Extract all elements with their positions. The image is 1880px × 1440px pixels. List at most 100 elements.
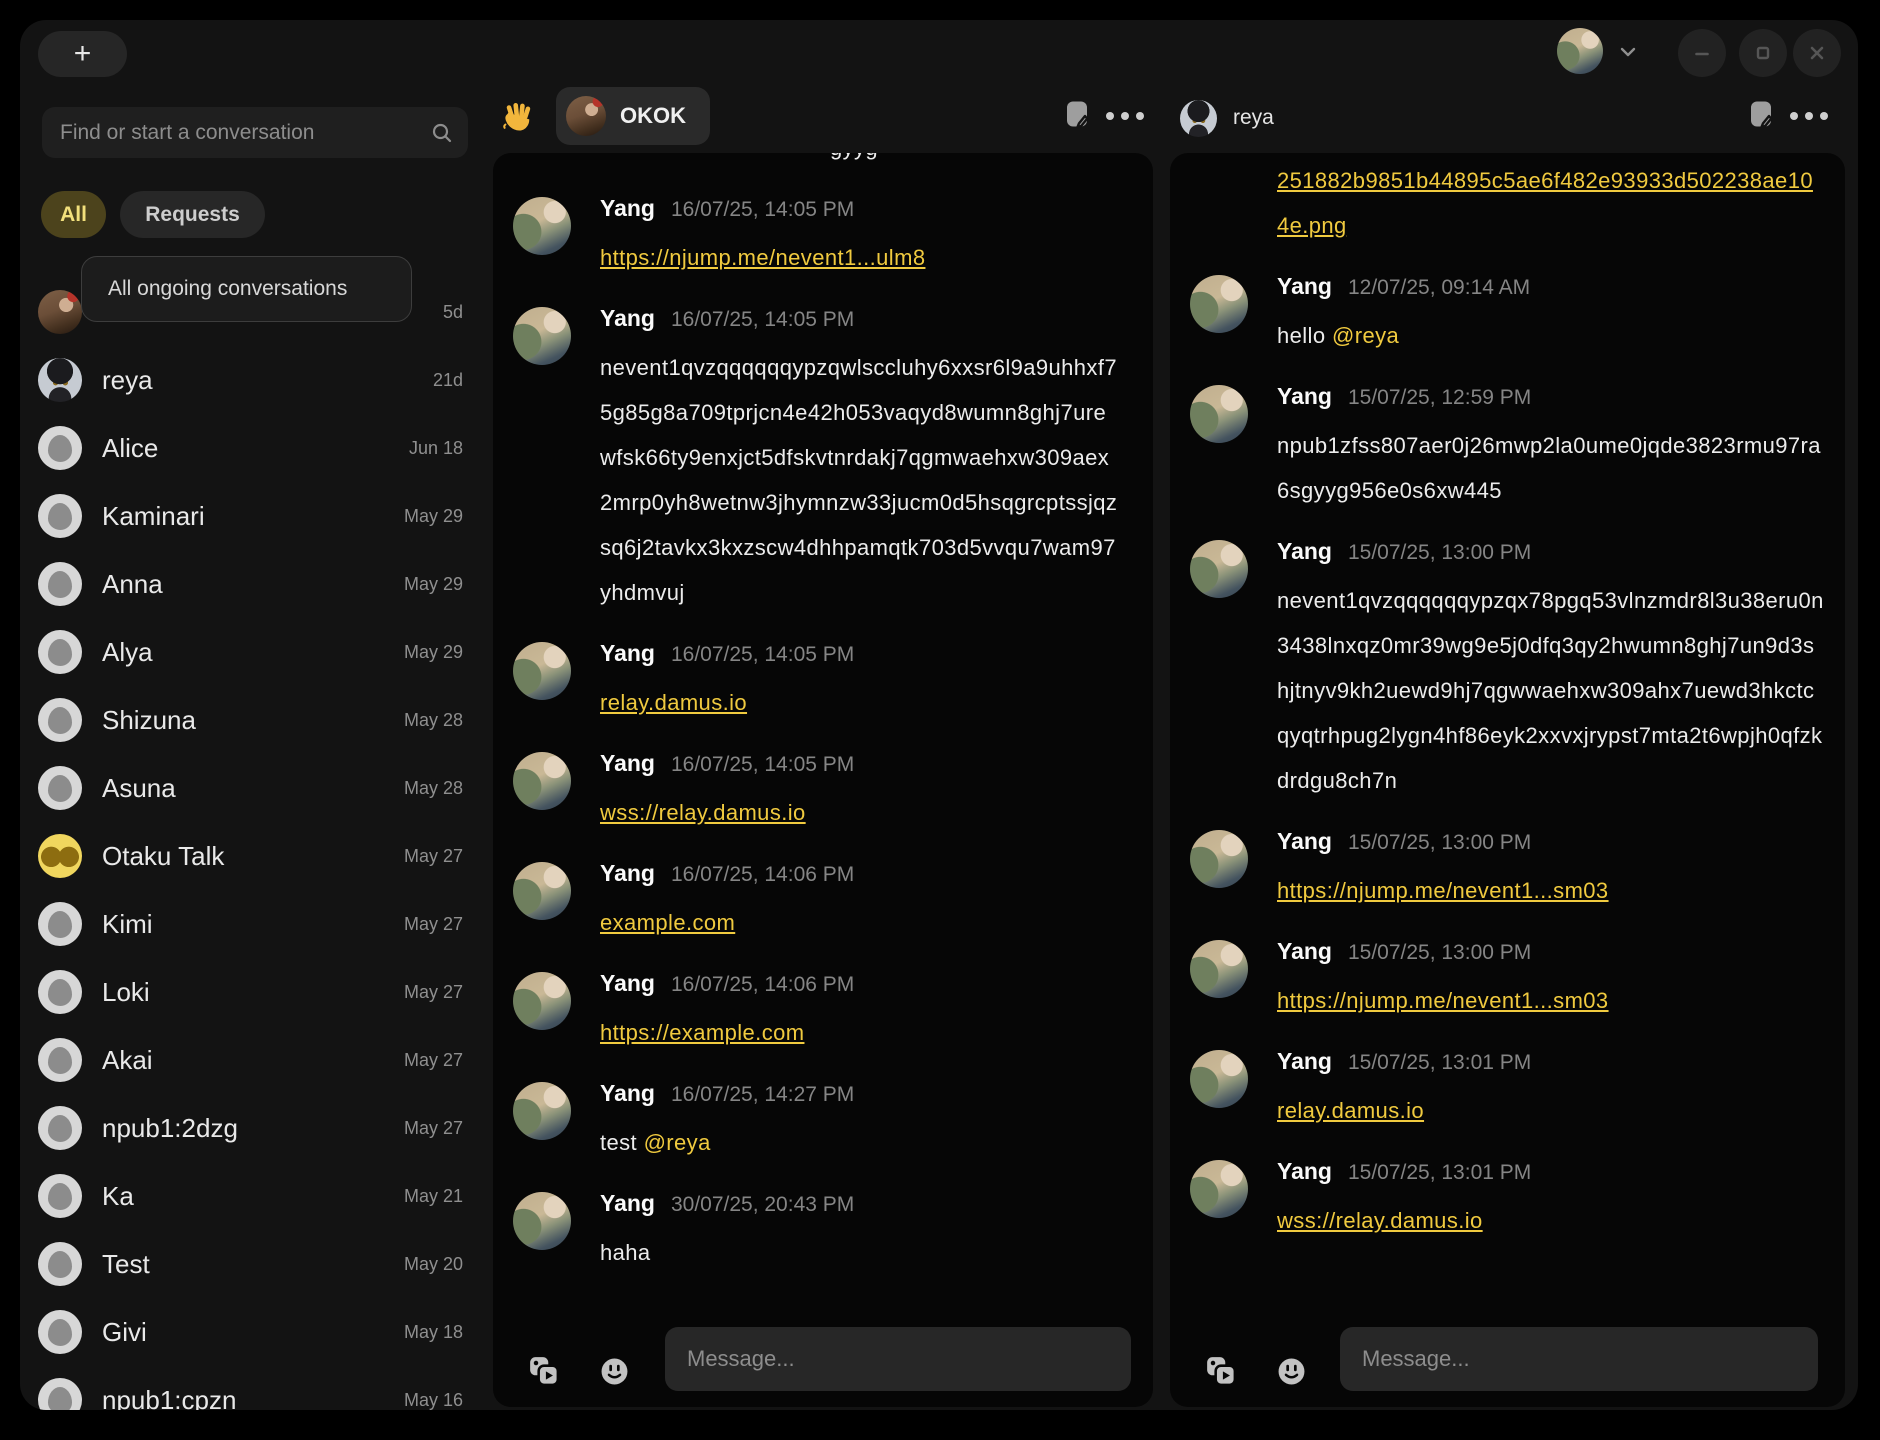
media-attach-icon[interactable]: [1205, 1355, 1237, 1387]
chat-title-reya[interactable]: reya: [1180, 99, 1274, 137]
avatar[interactable]: [1190, 940, 1248, 998]
message-text: hello: [1277, 323, 1332, 348]
app-window: + All Requests OKOK5dreya21dAliceJun 18K…: [20, 20, 1858, 1410]
conversation-item-loki[interactable]: LokiMay 27: [20, 958, 483, 1026]
message-text: gyyg: [830, 153, 878, 160]
avatar[interactable]: [513, 197, 571, 255]
message-header: Yang15/07/25, 13:00 PM: [1277, 828, 1825, 868]
message-body: Yang15/07/25, 13:01 PM wss://relay.damus.…: [1277, 1158, 1825, 1243]
avatar[interactable]: [513, 862, 571, 920]
conversation-item-test[interactable]: TestMay 20: [20, 1230, 483, 1298]
conversation-item-kimi[interactable]: KimiMay 27: [20, 890, 483, 958]
avatar[interactable]: [513, 972, 571, 1030]
message-link[interactable]: https://njump.me/nevent1...ulm8: [600, 245, 925, 270]
conversation-time: May 28: [404, 778, 463, 799]
message: Yang16/07/25, 14:06 PMhttps://example.co…: [513, 970, 1128, 1055]
avatar[interactable]: [1190, 830, 1248, 888]
avatar: [38, 766, 82, 810]
conversation-item-alya[interactable]: AlyaMay 29: [20, 618, 483, 686]
message-sender: Yang: [1277, 538, 1332, 565]
maximize-button[interactable]: [1739, 29, 1787, 77]
message-input[interactable]: [1340, 1327, 1818, 1391]
conversation-time: May 18: [404, 1322, 463, 1343]
message-body: Yang16/07/25, 14:05 PMrelay.damus.io: [600, 640, 1120, 725]
avatar[interactable]: [513, 1082, 571, 1140]
conversation-item-shizuna[interactable]: ShizunaMay 28: [20, 686, 483, 754]
conversation-item-anna[interactable]: AnnaMay 29: [20, 550, 483, 618]
avatar[interactable]: [1190, 385, 1248, 443]
mention-link[interactable]: @reya: [644, 1130, 711, 1155]
message-link[interactable]: wss://relay.damus.io: [1277, 1208, 1483, 1233]
conversation-item-npub1-cpzn[interactable]: npub1:cpznMay 16: [20, 1366, 483, 1410]
current-user-avatar[interactable]: [1557, 28, 1603, 74]
emoji-icon[interactable]: [1277, 1357, 1309, 1389]
message-list: f8dd769e762fe83393d6f13386/7e7119fc6b07e…: [1170, 153, 1845, 1307]
conversation-name: Loki: [102, 977, 404, 1008]
conversation-item-akai[interactable]: AkaiMay 27: [20, 1026, 483, 1094]
more-options-icon[interactable]: [1102, 108, 1148, 124]
conversation-item-npub1-2dzg[interactable]: npub1:2dzgMay 27: [20, 1094, 483, 1162]
message-link[interactable]: wss://relay.damus.io: [600, 800, 806, 825]
tab-requests-label: Requests: [145, 203, 240, 227]
mention-link[interactable]: @reya: [1332, 323, 1399, 348]
conversation-item-givi[interactable]: GiviMay 18: [20, 1298, 483, 1366]
avatar: [38, 630, 82, 674]
close-button[interactable]: [1793, 29, 1841, 77]
avatar[interactable]: [513, 307, 571, 365]
conversation-name: Kimi: [102, 909, 404, 940]
conversation-time: Jun 18: [409, 438, 463, 459]
conversation-time: May 27: [404, 1050, 463, 1071]
avatar[interactable]: [1190, 275, 1248, 333]
chat-avatar: [1180, 100, 1217, 137]
message-sender: Yang: [600, 860, 655, 887]
search-input[interactable]: [42, 107, 468, 158]
new-conversation-button[interactable]: +: [38, 31, 127, 77]
conversation-item-asuna[interactable]: AsunaMay 28: [20, 754, 483, 822]
message-timestamp: 15/07/25, 13:00 PM: [1348, 831, 1531, 855]
message-content: relay.damus.io: [1277, 1088, 1825, 1133]
chevron-down-icon[interactable]: [1616, 40, 1640, 64]
avatar[interactable]: [513, 642, 571, 700]
conversation-item-otaku-talk[interactable]: Otaku TalkMay 27: [20, 822, 483, 890]
conversation-item-reya[interactable]: reya21d: [20, 346, 483, 414]
avatar[interactable]: [513, 752, 571, 810]
note-edit-icon[interactable]: [1064, 100, 1090, 130]
message-list: gyyg Yang 16/07/25, 14:05 PM https://njump.…: [493, 153, 1153, 1307]
more-options-icon[interactable]: [1786, 108, 1832, 124]
message-header: Yang15/07/25, 13:01 PM: [1277, 1158, 1825, 1198]
avatar[interactable]: [513, 1192, 571, 1250]
message-link[interactable]: https://example.com: [600, 1020, 804, 1045]
emoji-icon[interactable]: [600, 1357, 632, 1389]
avatar[interactable]: [1190, 540, 1248, 598]
tab-all[interactable]: All: [41, 191, 106, 238]
message-timestamp: 16/07/25, 14:05 PM: [671, 308, 854, 332]
message-link[interactable]: https://njump.me/nevent1...sm03: [1277, 878, 1609, 903]
conversation-name: Akai: [102, 1045, 404, 1076]
message-link[interactable]: relay.damus.io: [600, 690, 747, 715]
conversation-time: 5d: [443, 302, 463, 323]
message-link[interactable]: relay.damus.io: [1277, 1098, 1424, 1123]
avatar[interactable]: [1190, 1050, 1248, 1108]
media-attach-icon[interactable]: [528, 1355, 560, 1387]
message-link[interactable]: f8dd769e762fe83393d6f13386/7e7119fc6b07e…: [1277, 153, 1824, 238]
note-edit-icon[interactable]: [1748, 100, 1774, 130]
tab-requests[interactable]: Requests: [120, 191, 265, 238]
message: Yang16/07/25, 14:05 PMrelay.damus.io: [513, 640, 1128, 725]
message: Yang16/07/25, 14:27 PMtest @reya: [513, 1080, 1128, 1165]
avatar: [38, 1242, 82, 1286]
conversation-item-kaminari[interactable]: KaminariMay 29: [20, 482, 483, 550]
conversation-item-ka[interactable]: KaMay 21: [20, 1162, 483, 1230]
clipped-message: gyyg: [830, 153, 1128, 170]
minimize-button[interactable]: [1678, 29, 1726, 77]
avatar[interactable]: [1190, 1160, 1248, 1218]
conversation-item-alice[interactable]: AliceJun 18: [20, 414, 483, 482]
message-input[interactable]: [665, 1327, 1131, 1391]
message-header: Yang15/07/25, 12:59 PM: [1277, 383, 1825, 423]
message-link[interactable]: example.com: [600, 910, 735, 935]
message-text: haha: [600, 1240, 651, 1265]
chat-title-chip-okok[interactable]: OKOK: [556, 87, 710, 145]
message-link[interactable]: https://njump.me/nevent1...sm03: [1277, 988, 1609, 1013]
message: Yang16/07/25, 14:06 PMexample.com: [513, 860, 1128, 945]
message-content: wss://relay.damus.io: [600, 790, 1120, 835]
message: Yang12/07/25, 09:14 AMhello @reya: [1190, 273, 1820, 358]
